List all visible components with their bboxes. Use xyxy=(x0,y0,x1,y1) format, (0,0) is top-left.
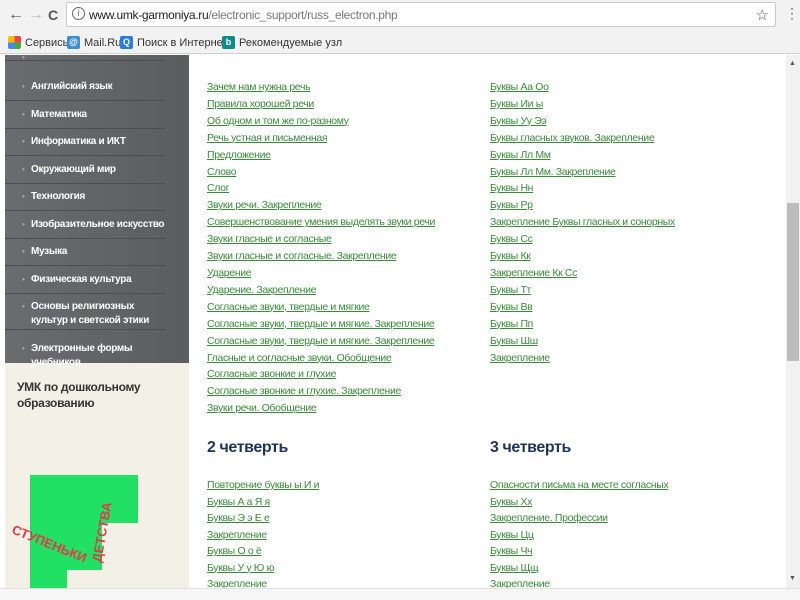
browser-toolbar: ← → C i www.umk-garmoniya.ru/electronic_… xyxy=(0,0,800,32)
lesson-link[interactable]: Зачем нам нужна речь xyxy=(207,79,435,96)
lesson-link[interactable]: Буквы Шш xyxy=(490,333,675,350)
lesson-link[interactable]: Буквы Э э Е е xyxy=(207,510,319,527)
lesson-link[interactable]: Опасности письма на месте согласных xyxy=(490,477,669,494)
menu-icon[interactable]: ⋮ xyxy=(785,5,799,22)
lesson-link[interactable]: Буквы гласных звуков. Закрепление xyxy=(490,130,675,147)
lesson-link[interactable]: Буквы Нн xyxy=(490,180,675,197)
sidebar-item-informatics[interactable]: Информатика и ИКТ xyxy=(5,135,165,156)
lesson-link[interactable]: Звуки гласные и согласные xyxy=(207,231,435,248)
lesson-link[interactable]: Ударение. Закрепление xyxy=(207,282,435,299)
sidebar-item-art[interactable]: Изобразительное искусство xyxy=(5,218,165,239)
back-button[interactable]: ← xyxy=(8,6,24,24)
sidebar-item-technology[interactable]: Технология xyxy=(5,190,165,211)
scrollbar[interactable]: ▲ ▼ xyxy=(786,55,800,588)
lesson-link[interactable]: Слог xyxy=(207,180,435,197)
bookmark-label: Mail.Ru xyxy=(84,36,122,49)
lesson-link[interactable]: Закрепление Буквы гласных и сонорных xyxy=(490,214,675,231)
subject-menu: Английский язык Математика Информатика и… xyxy=(5,51,189,368)
lesson-link[interactable]: Предложение xyxy=(207,147,435,164)
lesson-link[interactable]: Буквы Рр xyxy=(490,197,675,214)
lesson-link[interactable]: Закрепление. Профессии xyxy=(490,510,668,527)
lesson-link[interactable]: Буквы Чч xyxy=(490,543,668,560)
url-domain: www.umk-garmoniya.ru xyxy=(89,8,209,22)
sidebar-item-english[interactable]: Английский язык xyxy=(5,80,165,101)
forward-button[interactable]: → xyxy=(28,6,44,24)
url-text: www.umk-garmoniya.ru/electronic_support/… xyxy=(89,8,398,22)
lesson-link[interactable]: Совершенствование умения выделять звуки … xyxy=(207,214,435,231)
apps-grid-icon xyxy=(8,36,21,49)
lesson-link[interactable]: Согласные звуки, твердые и мягкие xyxy=(207,299,435,316)
sidebar-item-math[interactable]: Математика xyxy=(5,108,165,129)
lesson-link[interactable]: Буквы Уу Ээ xyxy=(490,113,675,130)
lesson-link[interactable]: Буквы О о ё xyxy=(207,543,319,560)
lesson-link[interactable]: Согласные звуки, твердые и мягкие. Закре… xyxy=(207,333,435,350)
lesson-link[interactable]: Буквы Аа Оо xyxy=(490,79,675,96)
bookmark-recommended[interactable]: b Рекомендуемые узл xyxy=(222,36,342,49)
bing-icon: b xyxy=(222,36,235,49)
info-icon[interactable]: i xyxy=(72,7,85,20)
sidebar-item-world[interactable]: Окружающий мир xyxy=(5,163,165,184)
lesson-link[interactable]: Буквы Вв xyxy=(490,299,675,316)
lesson-link[interactable]: Правила хорошей речи xyxy=(207,96,435,113)
sidebar: Английский язык Математика Информатика и… xyxy=(5,51,189,588)
lessons-list-col2: Буквы Аа Оо Буквы Ии ы Буквы Уу Ээ Буквы гл… xyxy=(490,79,675,366)
lesson-link[interactable]: Буквы У у Ю ю xyxy=(207,560,319,577)
lesson-link[interactable]: Согласные звуки, твердые и мягкие. Закре… xyxy=(207,316,435,333)
bookmark-star-icon[interactable]: ☆ xyxy=(756,6,769,24)
lesson-link[interactable]: Буквы Ии ы xyxy=(490,96,675,113)
scroll-up-arrow-icon[interactable]: ▲ xyxy=(789,60,796,67)
lesson-link[interactable]: Буквы Тт xyxy=(490,282,675,299)
lesson-link[interactable]: Буквы А а Я я xyxy=(207,494,319,511)
bookmark-label: Сервисы xyxy=(25,36,71,49)
sidebar-item-e-textbooks[interactable]: Электронные формы учебников xyxy=(5,342,165,370)
lesson-link[interactable]: Речь устная и письменная xyxy=(207,130,435,147)
bookmark-apps[interactable]: Сервисы xyxy=(8,36,71,49)
bookmark-label: Поиск в Интернете xyxy=(137,36,234,49)
lesson-link[interactable]: Звуки речи. Обобщение xyxy=(207,400,435,417)
bookmark-label: Рекомендуемые узл xyxy=(239,36,343,49)
sidebar-item-pe[interactable]: Физическая культура xyxy=(5,273,165,294)
reload-button[interactable]: C xyxy=(48,7,58,23)
sidebar-item-religion[interactable]: Основы религиозных культур и светской эт… xyxy=(5,300,165,330)
logo-steps-shape xyxy=(30,475,138,588)
lesson-link[interactable]: Слово xyxy=(207,164,435,181)
sidebar-item-music[interactable]: Музыка xyxy=(5,245,165,266)
lesson-link[interactable]: Согласные звонкие и глухие. Закрепление xyxy=(207,383,435,400)
lesson-link[interactable]: Буквы Лл Мм xyxy=(490,147,675,164)
lessons-list-q2: Повторение буквы ы И и Буквы А а Я я Буквы… xyxy=(207,477,319,593)
lesson-link[interactable]: Закрепление xyxy=(207,527,319,544)
lesson-link[interactable]: Об одном и том же по-разному xyxy=(207,113,435,130)
scroll-down-arrow-icon[interactable]: ▼ xyxy=(789,575,796,582)
lesson-link[interactable]: Закрепление xyxy=(490,350,675,367)
stupenki-detstva-logo[interactable]: СТУПЕНЬКИ ДЕТСТВА xyxy=(5,435,189,588)
search-icon: Q xyxy=(120,36,133,49)
lesson-link[interactable]: Буквы Пп xyxy=(490,316,675,333)
lesson-link[interactable]: Повторение буквы ы И и xyxy=(207,477,319,494)
quarter-3-heading: 3 четверть xyxy=(490,439,571,456)
scrollbar-thumb[interactable] xyxy=(787,203,799,361)
lessons-list-col1: Зачем нам нужна речь Правила хорошей речи… xyxy=(207,79,435,417)
lesson-link[interactable]: Закрепление Кк Сс xyxy=(490,265,675,282)
lessons-list-q3: Опасности письма на месте согласных Буквы… xyxy=(490,477,669,593)
bottom-edge xyxy=(0,588,800,600)
quarter-2-heading: 2 четверть xyxy=(207,439,288,456)
lesson-link[interactable]: Ударение xyxy=(207,265,435,282)
umk-preschool-heading[interactable]: УМК по дошкольному образованию xyxy=(17,379,167,411)
lesson-link[interactable]: Звуки речи. Закрепление xyxy=(207,197,435,214)
sidebar-item-partial[interactable] xyxy=(5,51,165,65)
lesson-link[interactable]: Буквы Кк xyxy=(490,248,675,265)
url-path: /electronic_support/russ_electron.php xyxy=(208,8,398,22)
address-bar[interactable]: i www.umk-garmoniya.ru/electronic_suppor… xyxy=(66,2,776,27)
bookmark-search[interactable]: Q Поиск в Интернете xyxy=(120,36,233,49)
lesson-link[interactable]: Буквы Щщ xyxy=(490,560,668,577)
lesson-link[interactable]: Звуки гласные и согласные. Закрепление xyxy=(207,248,435,265)
lesson-link[interactable]: Буквы Цц xyxy=(490,527,668,544)
bookmark-mailru[interactable]: @ Mail.Ru xyxy=(67,36,121,49)
lesson-link[interactable]: Буквы Хх xyxy=(490,494,668,511)
lesson-link[interactable]: Гласные и согласные звуки. Обобщение xyxy=(207,350,435,367)
mailru-icon: @ xyxy=(67,36,80,49)
lesson-link[interactable]: Буквы Лл Мм. Закрепление xyxy=(490,164,675,181)
lesson-link[interactable]: Буквы Сс xyxy=(490,231,675,248)
lesson-link[interactable]: Согласные звонкие и глухие xyxy=(207,366,435,383)
